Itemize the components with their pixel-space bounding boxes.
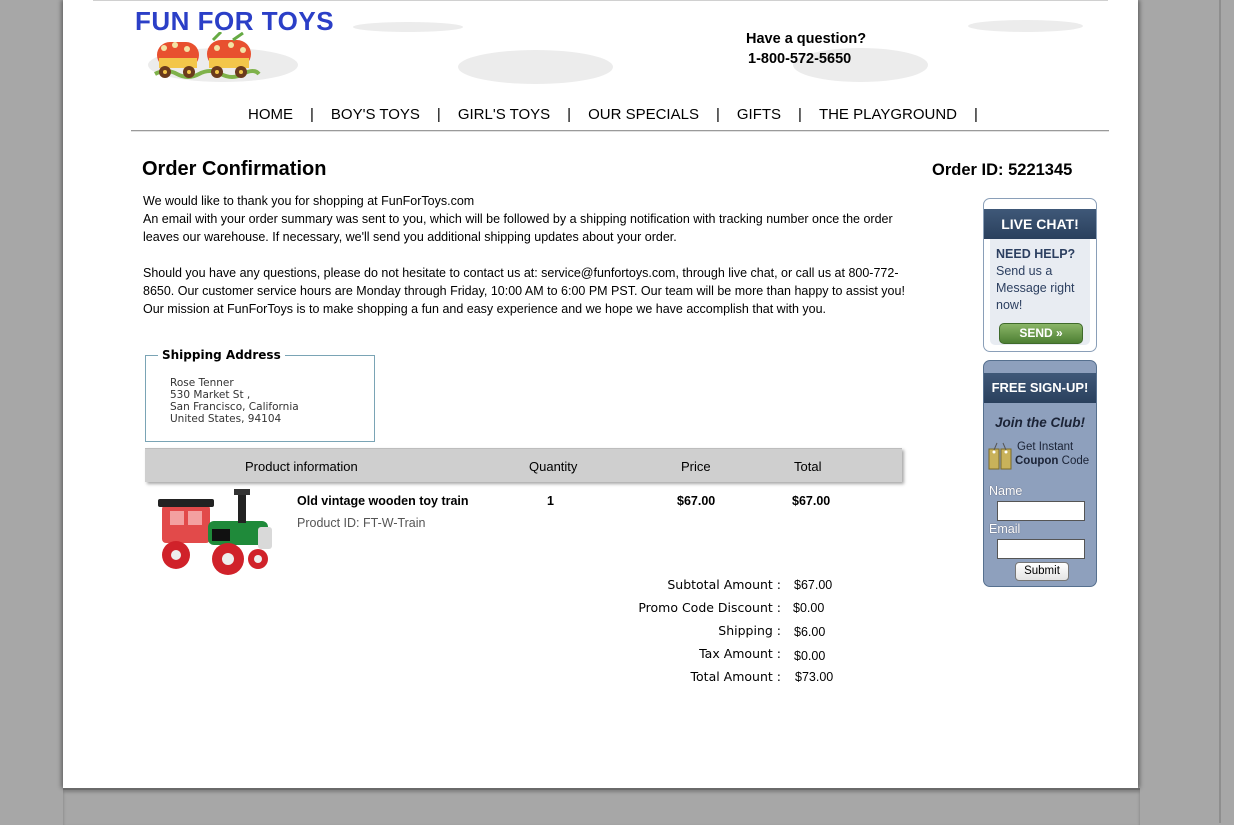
- footer-band: [63, 788, 1140, 825]
- name-input[interactable]: [997, 501, 1085, 521]
- signup-widget: FREE SIGN-UP! Join the Club! Get Instant…: [983, 360, 1097, 587]
- promo-discount-label: Promo Code Discount :: [638, 600, 781, 615]
- promo-discount-value: $0.00: [793, 601, 825, 615]
- message-line: Should you have any questions, please do…: [143, 266, 905, 316]
- product-quantity: 1: [547, 494, 554, 508]
- tax-label: Tax Amount :: [699, 646, 781, 661]
- column-header-product: Product information: [245, 459, 358, 474]
- need-help-heading: NEED HELP?: [996, 247, 1076, 261]
- coupon-rest-text: Code: [1058, 455, 1090, 467]
- coupon-text-line1: Get Instant: [1017, 441, 1074, 453]
- address-line: San Francisco, California: [170, 401, 299, 413]
- address-line: Rose Tenner: [170, 377, 234, 389]
- submit-button[interactable]: Submit: [1015, 562, 1069, 581]
- help-phone[interactable]: 1-800-572-5650: [748, 51, 851, 67]
- message-line: We would like to thank you for shopping …: [143, 194, 475, 208]
- main-nav: HOME | BOY'S TOYS | GIRL'S TOYS | OUR SP…: [248, 104, 995, 124]
- product-total: $67.00: [792, 494, 831, 508]
- message-line: An email with your order summary was sen…: [143, 212, 893, 244]
- name-label: Name: [989, 484, 1023, 498]
- double-chevron-right-icon: »: [1056, 326, 1063, 340]
- address-line: United States, 94104: [170, 413, 282, 425]
- nav-item-our-specials[interactable]: OUR SPECIALS: [588, 106, 699, 123]
- subtotal-value: $67.00: [794, 578, 833, 592]
- nav-item-boys-toys[interactable]: BOY'S TOYS: [331, 106, 420, 123]
- header-decoration: [458, 50, 613, 84]
- shipping-address-title: Shipping Address: [158, 348, 285, 362]
- coupon-tags-icon: [988, 442, 1012, 470]
- nav-item-the-playground[interactable]: THE PLAYGROUND: [819, 106, 957, 123]
- total-label: Total Amount :: [690, 669, 781, 684]
- send-label: SEND: [1019, 326, 1053, 340]
- nav-item-gifts[interactable]: GIFTS: [737, 106, 781, 123]
- help-question: Have a question?: [746, 31, 867, 47]
- nav-separator: |: [715, 105, 720, 123]
- nav-item-home[interactable]: HOME: [248, 106, 293, 123]
- nav-separator: |: [798, 105, 802, 123]
- address-line: 530 Market St ,: [170, 389, 251, 401]
- product-name[interactable]: Old vintage wooden toy train: [297, 494, 469, 508]
- product-price: $67.00: [677, 494, 716, 508]
- nav-divider: [131, 130, 1109, 131]
- order-table-header: Product information Quantity Price Total: [145, 448, 902, 482]
- header-decoration: [353, 22, 463, 32]
- shipping-address-box: Shipping Address Rose Tenner 530 Market …: [145, 348, 375, 442]
- join-club-heading: Join the Club!: [995, 415, 1085, 430]
- live-chat-widget: LIVE CHAT! NEED HELP? Send us a Message …: [983, 198, 1097, 352]
- window-edge: [1219, 0, 1221, 823]
- email-input[interactable]: [997, 539, 1085, 559]
- column-header-total: Total: [794, 459, 822, 474]
- subtotal-label: Subtotal Amount :: [667, 577, 781, 592]
- need-help-text: Send us a Message right now!: [996, 264, 1075, 312]
- column-header-price: Price: [681, 459, 711, 474]
- send-message-button[interactable]: SEND »: [999, 323, 1083, 344]
- shipping-label: Shipping :: [718, 623, 781, 638]
- email-label: Email: [989, 522, 1021, 536]
- page-title: Order Confirmation: [142, 158, 327, 180]
- coupon-text-line2: Coupon Code: [1015, 455, 1089, 467]
- toy-train-image[interactable]: [158, 487, 276, 579]
- nav-separator: |: [567, 105, 572, 123]
- order-id: Order ID: 5221345: [932, 161, 1073, 179]
- product-id: Product ID: FT-W-Train: [297, 516, 426, 530]
- live-chat-banner[interactable]: LIVE CHAT!: [984, 209, 1096, 239]
- total-value: $73.00: [795, 670, 834, 684]
- coupon-bold-text: Coupon: [1015, 455, 1059, 467]
- nav-separator: |: [436, 105, 441, 123]
- top-divider: [93, 0, 1108, 1]
- nav-item-girls-toys[interactable]: GIRL'S TOYS: [458, 106, 550, 123]
- column-header-quantity: Quantity: [529, 459, 578, 474]
- shipping-address-lines: Rose Tenner 530 Market St , San Francisc…: [170, 377, 299, 425]
- header-decoration: [968, 20, 1083, 32]
- page-container: FUN FOR TOYS Have a question? 1-800-572-…: [63, 0, 1138, 788]
- nav-separator: |: [310, 105, 314, 123]
- confirmation-message: We would like to thank you for shopping …: [143, 192, 923, 318]
- shipping-value: $6.00: [794, 625, 826, 639]
- toy-wagons-logo-icon: [154, 32, 261, 79]
- signup-banner: FREE SIGN-UP!: [984, 373, 1096, 403]
- nav-separator: |: [974, 105, 978, 123]
- tax-value: $0.00: [794, 649, 826, 663]
